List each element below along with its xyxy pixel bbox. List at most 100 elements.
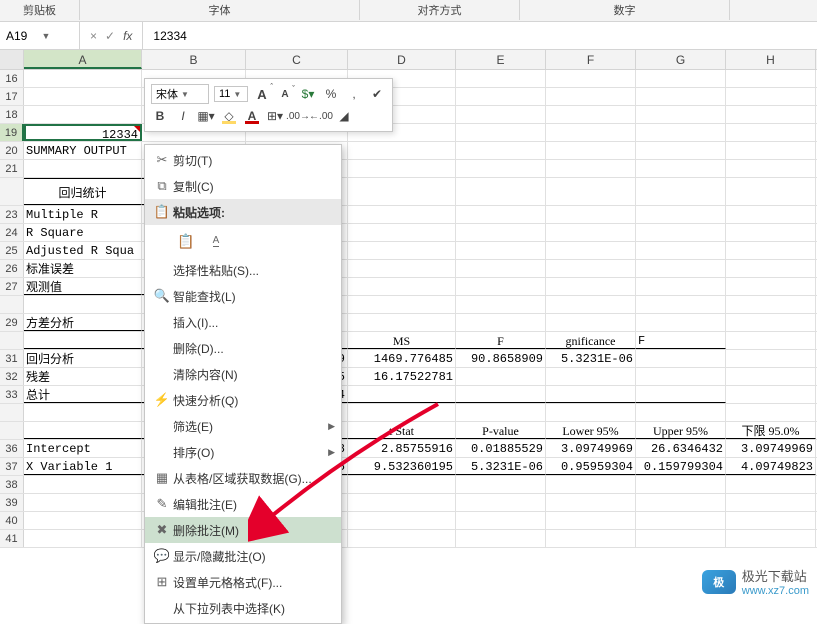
cell[interactable]	[24, 530, 142, 547]
cell[interactable]	[546, 206, 636, 223]
col-header-C[interactable]: C	[246, 50, 348, 69]
cell[interactable]	[456, 206, 546, 223]
cell[interactable]	[546, 494, 636, 511]
cell[interactable]	[456, 88, 546, 105]
cell[interactable]	[348, 142, 456, 159]
menu-show-hide-comment[interactable]: 💬显示/隐藏批注(O)	[145, 543, 341, 569]
increase-decimal-icon[interactable]: .00→	[289, 107, 307, 125]
paste-default-icon[interactable]: 📋	[173, 228, 199, 254]
col-header-B[interactable]: B	[142, 50, 246, 69]
cell[interactable]	[546, 404, 636, 421]
cell[interactable]: 5.3231E-06	[456, 458, 546, 475]
cell[interactable]	[348, 494, 456, 511]
cell[interactable]: 3.09749969	[546, 440, 636, 457]
cell[interactable]: 4.09749823	[726, 458, 816, 475]
menu-paste-special[interactable]: 选择性粘贴(S)...	[145, 257, 341, 283]
cell[interactable]	[348, 206, 456, 223]
cell[interactable]	[24, 422, 142, 439]
cell[interactable]	[726, 242, 816, 259]
cell[interactable]	[546, 386, 636, 403]
row-header[interactable]: 17	[0, 88, 24, 105]
cell[interactable]	[456, 70, 546, 87]
cell[interactable]: 2.85755916	[348, 440, 456, 457]
menu-get-data-from-range[interactable]: ▦从表格/区域获取数据(G)...	[145, 465, 341, 491]
col-header-E[interactable]: E	[456, 50, 546, 69]
row-header[interactable]	[0, 332, 24, 349]
row-header[interactable]: 19	[0, 124, 24, 141]
cell[interactable]	[546, 260, 636, 277]
cell[interactable]	[636, 530, 726, 547]
row-header[interactable]: 37	[0, 458, 24, 475]
cell[interactable]: 回归分析	[24, 350, 142, 367]
cell[interactable]	[726, 350, 816, 367]
row-header[interactable]: 38	[0, 476, 24, 493]
formula-input[interactable]: 12334	[143, 22, 817, 49]
cell[interactable]	[636, 224, 726, 241]
row-header[interactable]: 18	[0, 106, 24, 123]
font-name-select[interactable]: 宋体▼	[151, 84, 209, 104]
cell[interactable]	[456, 404, 546, 421]
cell[interactable]	[726, 278, 816, 295]
col-header-H[interactable]: H	[726, 50, 816, 69]
cell[interactable]: t Stat	[348, 422, 456, 439]
menu-insert[interactable]: 插入(I)...	[145, 309, 341, 335]
cell[interactable]	[546, 142, 636, 159]
col-header-A[interactable]: A	[24, 50, 142, 69]
cell[interactable]	[726, 386, 816, 403]
menu-filter[interactable]: 筛选(E)▶	[145, 413, 341, 439]
cell[interactable]: 回归统计	[24, 178, 142, 205]
format-painter-icon[interactable]: ✔	[368, 85, 386, 103]
comma-format-icon[interactable]: ,	[345, 85, 363, 103]
cell[interactable]	[348, 530, 456, 547]
cell[interactable]: F	[636, 332, 726, 349]
cell[interactable]: 标准误差	[24, 260, 142, 277]
cell[interactable]	[726, 530, 816, 547]
cell[interactable]	[546, 530, 636, 547]
cell[interactable]	[636, 476, 726, 493]
cell[interactable]	[636, 106, 726, 123]
cell[interactable]	[726, 124, 816, 141]
cell[interactable]	[636, 386, 726, 403]
cell[interactable]	[456, 178, 546, 205]
menu-edit-comment[interactable]: ✎编辑批注(E)	[145, 491, 341, 517]
cell[interactable]	[456, 314, 546, 331]
increase-font-icon[interactable]: Aˆ	[253, 85, 271, 103]
menu-pick-from-dropdown[interactable]: 从下拉列表中选择(K)	[145, 595, 341, 621]
cell[interactable]: Multiple R	[24, 206, 142, 223]
cell[interactable]: Upper 95%	[636, 422, 726, 439]
cell[interactable]	[456, 260, 546, 277]
cell[interactable]	[546, 70, 636, 87]
merge-center-icon[interactable]: ⊞▾	[266, 107, 284, 125]
cell[interactable]: 残差	[24, 368, 142, 385]
cell[interactable]	[24, 512, 142, 529]
cell[interactable]	[726, 476, 816, 493]
cell[interactable]	[348, 314, 456, 331]
cell[interactable]	[636, 368, 726, 385]
cell[interactable]	[456, 368, 546, 385]
cell[interactable]	[546, 106, 636, 123]
cell[interactable]	[546, 242, 636, 259]
cell[interactable]	[636, 350, 726, 367]
cell[interactable]	[348, 404, 456, 421]
cell[interactable]	[546, 278, 636, 295]
cell[interactable]	[24, 106, 142, 123]
row-header[interactable]: 20	[0, 142, 24, 159]
cell[interactable]	[726, 70, 816, 87]
cell[interactable]	[726, 314, 816, 331]
cell[interactable]	[456, 124, 546, 141]
cell[interactable]	[456, 242, 546, 259]
cell[interactable]	[24, 332, 142, 349]
cell[interactable]	[348, 224, 456, 241]
confirm-icon[interactable]: ✓	[105, 29, 115, 43]
italic-icon[interactable]: I	[174, 107, 192, 125]
cell[interactable]: Lower 95%	[546, 422, 636, 439]
cell[interactable]	[636, 242, 726, 259]
cell[interactable]: R Square	[24, 224, 142, 241]
cell[interactable]	[726, 142, 816, 159]
cell[interactable]	[636, 124, 726, 141]
cell[interactable]	[456, 106, 546, 123]
name-box[interactable]: A19 ▼	[0, 22, 80, 49]
cell[interactable]: 3.09749969	[726, 440, 816, 457]
cell[interactable]	[348, 178, 456, 205]
cell[interactable]: F	[456, 332, 546, 349]
